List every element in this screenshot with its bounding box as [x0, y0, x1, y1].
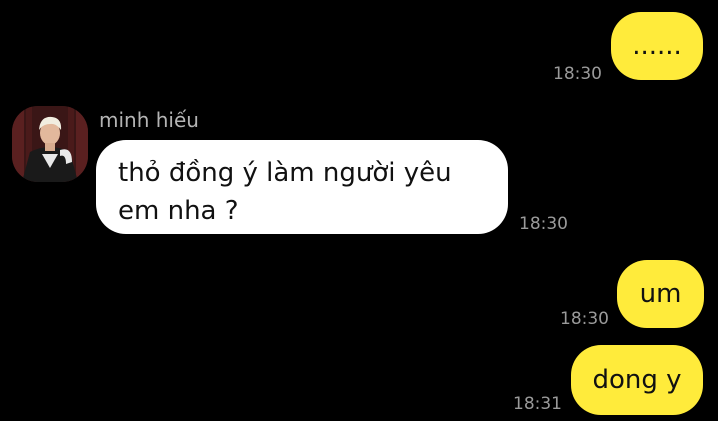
- incoming-message-bubble[interactable]: thỏ đồng ý làm người yêu em nha ?: [96, 140, 508, 234]
- message-text: ......: [632, 31, 682, 61]
- outgoing-message-bubble[interactable]: ......: [611, 12, 703, 80]
- chat-thread: ...... 18:30 minh hiếu thỏ đồng ý làm ng…: [0, 0, 718, 421]
- message-text-line-2: em nha ?: [118, 196, 239, 226]
- message-text: um: [639, 279, 682, 309]
- message-timestamp: 18:30: [519, 214, 568, 234]
- message-text: dong y: [592, 365, 682, 395]
- outgoing-message-bubble[interactable]: dong y: [571, 345, 703, 415]
- message-timestamp: 18:30: [560, 309, 609, 329]
- message-timestamp: 18:30: [553, 64, 602, 84]
- message-text-line-1: thỏ đồng ý làm người yêu: [118, 158, 452, 188]
- sender-avatar[interactable]: [12, 106, 88, 182]
- user-avatar-photo-icon: [12, 106, 88, 182]
- sender-name: minh hiếu: [99, 108, 199, 132]
- outgoing-message-bubble[interactable]: um: [617, 260, 704, 328]
- message-timestamp: 18:31: [513, 394, 562, 414]
